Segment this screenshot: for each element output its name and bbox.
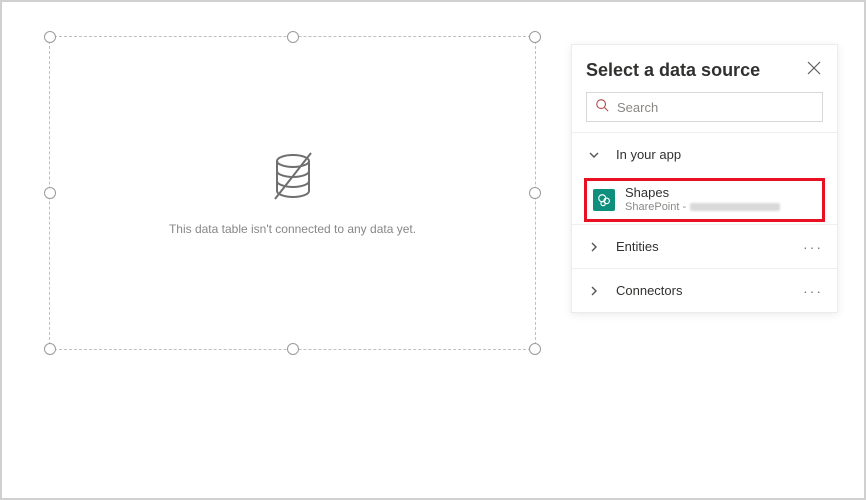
- section-in-your-app[interactable]: In your app: [572, 132, 837, 176]
- panel-header: Select a data source: [572, 45, 837, 92]
- resize-handle-tm[interactable]: [287, 31, 299, 43]
- close-icon[interactable]: [805, 59, 823, 82]
- section-connectors[interactable]: Connectors ···: [572, 268, 837, 312]
- data-source-item-name: Shapes: [625, 186, 780, 201]
- search-box[interactable]: [586, 92, 823, 122]
- redacted-account: [690, 203, 780, 211]
- section-label-connectors: Connectors: [616, 283, 682, 298]
- data-source-item-shapes[interactable]: Shapes SharePoint -: [584, 178, 825, 222]
- chevron-down-icon: [588, 149, 606, 161]
- more-icon[interactable]: ···: [803, 239, 823, 255]
- search-icon: [595, 98, 609, 117]
- section-entities[interactable]: Entities ···: [572, 224, 837, 268]
- resize-handle-bl[interactable]: [44, 343, 56, 355]
- search-container: [572, 92, 837, 132]
- resize-handle-tr[interactable]: [529, 31, 541, 43]
- data-source-item-subtitle: SharePoint -: [625, 201, 780, 214]
- resize-handle-bm[interactable]: [287, 343, 299, 355]
- resize-handle-ml[interactable]: [44, 187, 56, 199]
- app-outer-frame: This data table isn't connected to any d…: [0, 0, 866, 500]
- more-icon[interactable]: ···: [803, 283, 823, 299]
- resize-handle-tl[interactable]: [44, 31, 56, 43]
- chevron-right-icon: [588, 241, 606, 253]
- database-disconnected-icon: [269, 151, 317, 208]
- data-table-placeholder-text: This data table isn't connected to any d…: [169, 222, 416, 236]
- chevron-right-icon: [588, 285, 606, 297]
- search-input[interactable]: [615, 99, 814, 116]
- resize-handle-mr[interactable]: [529, 187, 541, 199]
- section-label-in-app: In your app: [616, 147, 681, 162]
- panel-title: Select a data source: [586, 60, 760, 81]
- resize-handle-br[interactable]: [529, 343, 541, 355]
- data-source-panel: Select a data source: [571, 44, 838, 313]
- data-source-item-source: SharePoint -: [625, 201, 686, 214]
- canvas-area: This data table isn't connected to any d…: [12, 12, 854, 488]
- data-table-control[interactable]: This data table isn't connected to any d…: [49, 36, 536, 350]
- section-label-entities: Entities: [616, 239, 659, 254]
- data-source-item-text: Shapes SharePoint -: [625, 186, 780, 214]
- sharepoint-icon: [593, 189, 615, 211]
